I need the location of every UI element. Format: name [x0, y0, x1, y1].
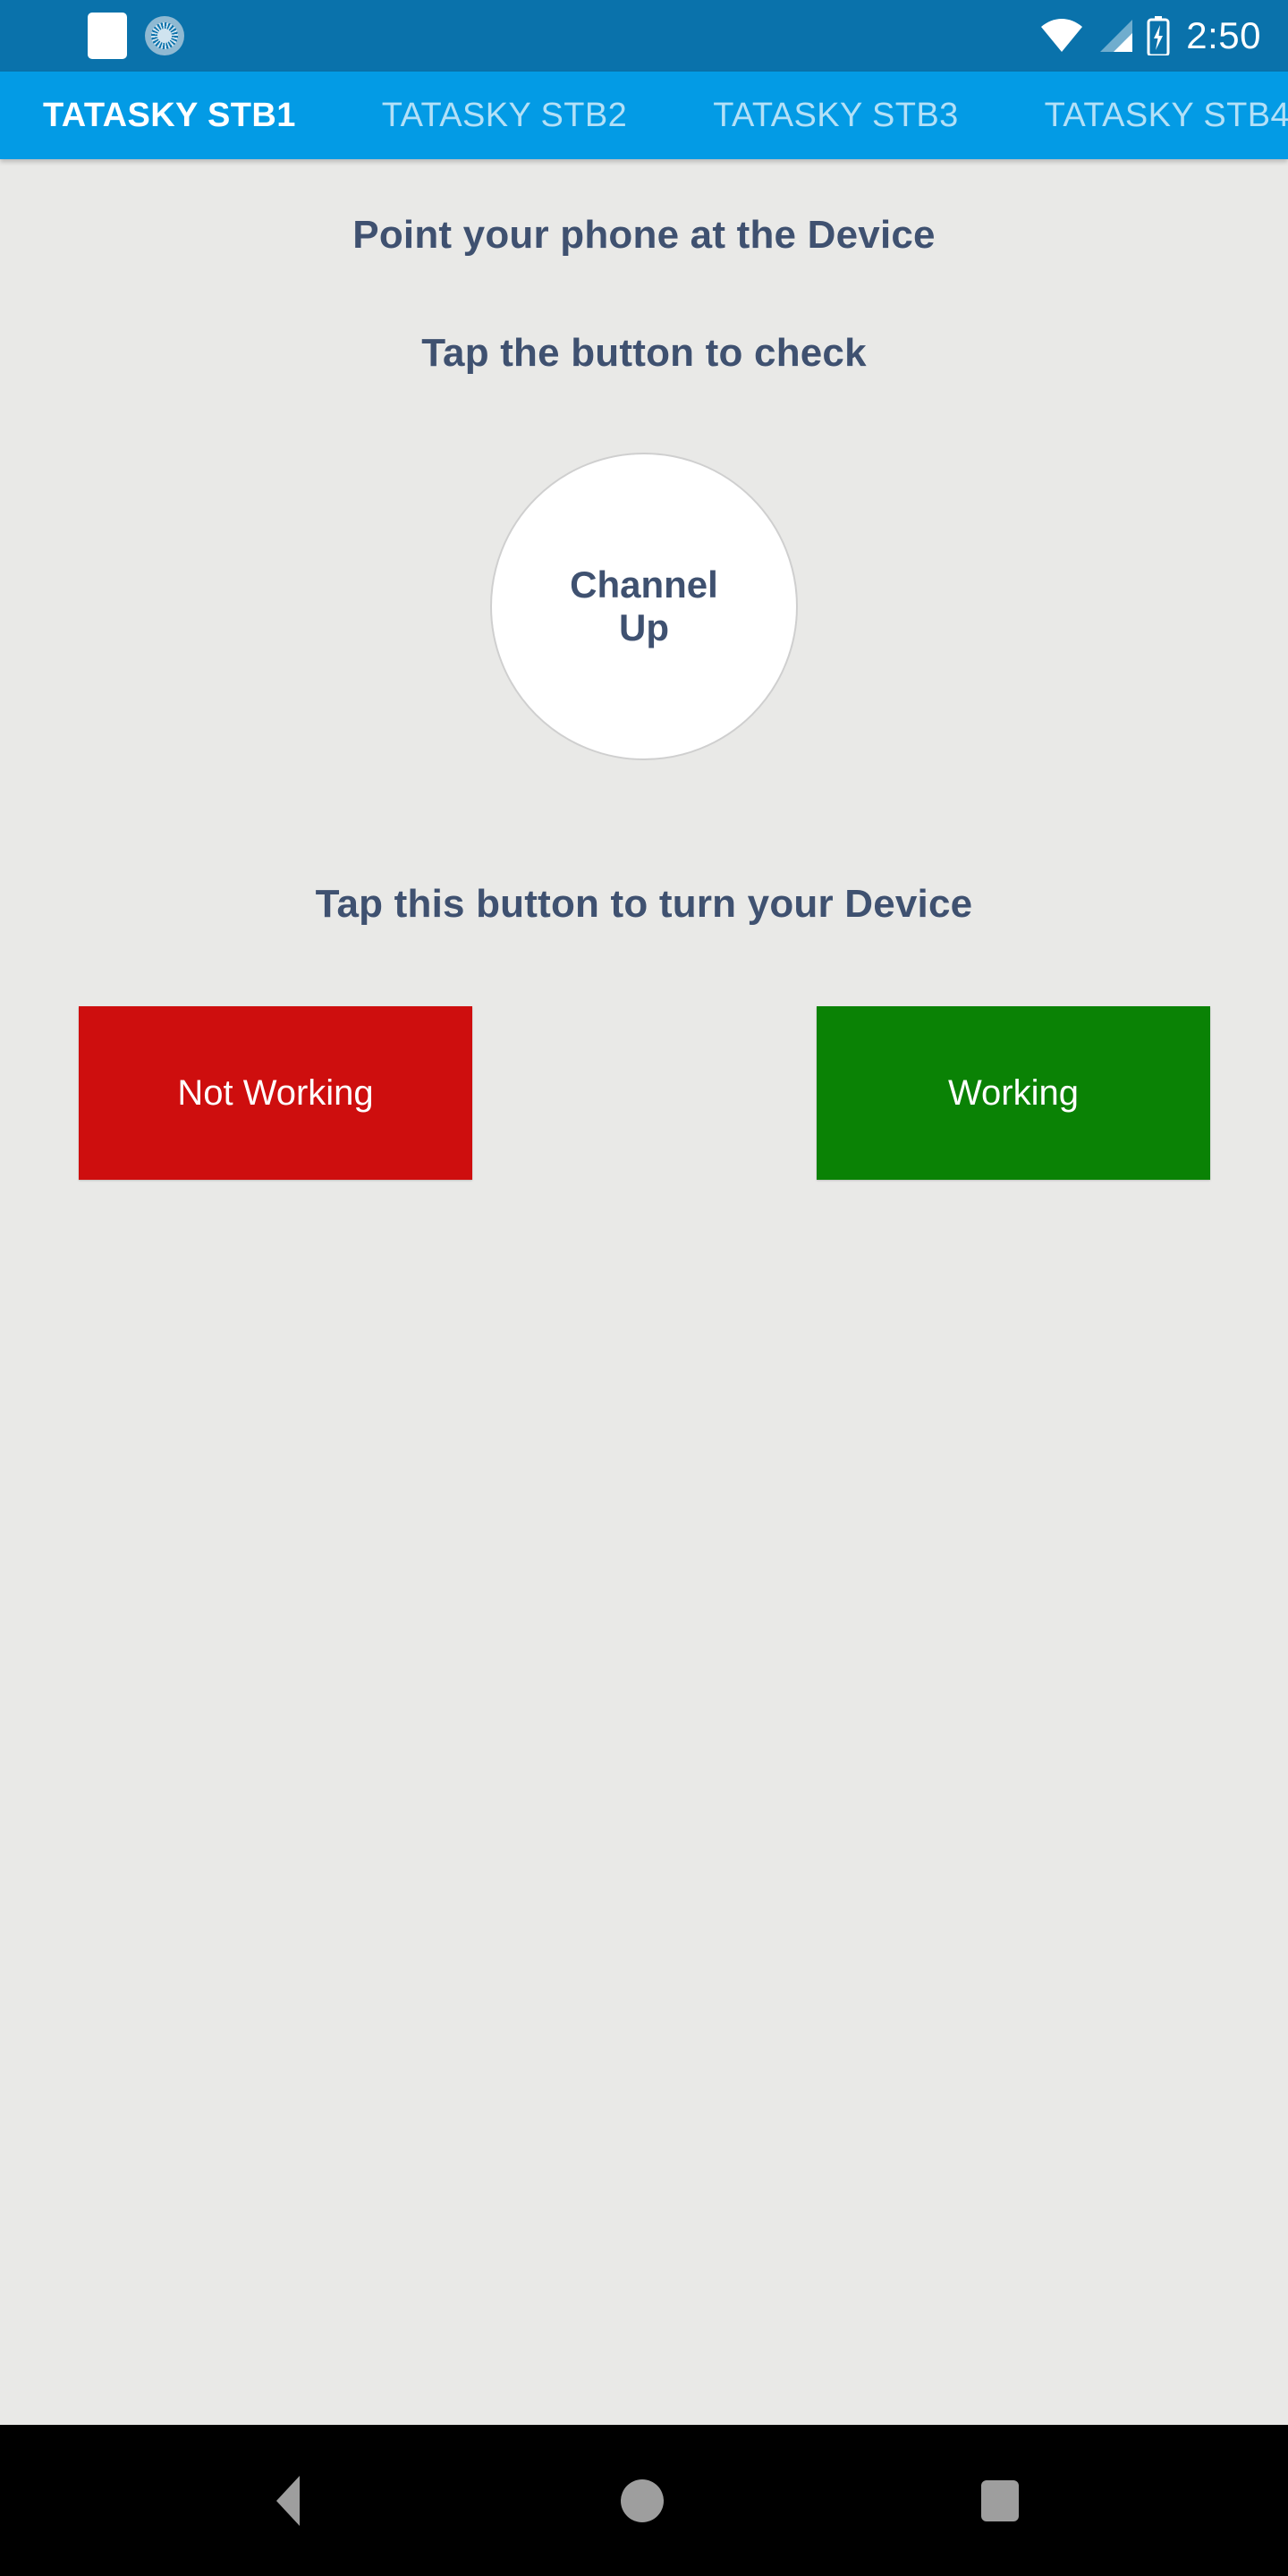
main-content: Point your phone at the Device Tap the b…	[0, 159, 1288, 2425]
android-navigation-bar	[0, 2425, 1288, 2576]
battery-charging-icon	[1147, 16, 1170, 55]
tab-tatasky-stb4[interactable]: TATASKY STB4	[1002, 72, 1288, 159]
status-bar-system-icons: 2:50	[1039, 16, 1261, 55]
recents-square-icon	[981, 2479, 1019, 2521]
sync-circle-icon	[145, 16, 184, 55]
instruction-tap-button: Tap the button to check	[421, 331, 867, 375]
channel-up-label-line2: Up	[619, 606, 669, 648]
tab-bar[interactable]: TATASKY STB1 TATASKY STB2 TATASKY STB3 T…	[0, 72, 1288, 159]
tab-tatasky-stb2[interactable]: TATASKY STB2	[339, 72, 670, 159]
not-working-button[interactable]: Not Working	[79, 1006, 472, 1180]
wifi-full-icon	[1039, 18, 1084, 54]
instruction-point-phone: Point your phone at the Device	[352, 213, 936, 257]
status-bar-clock: 2:50	[1186, 14, 1261, 56]
tab-tatasky-stb3[interactable]: TATASKY STB3	[670, 72, 1001, 159]
circle-button-container: Channel Up	[0, 453, 1288, 760]
phone-screen: 2:50 TATASKY STB1 TATASKY STB2 TATASKY S…	[0, 0, 1288, 2576]
channel-up-button[interactable]: Channel Up	[490, 453, 798, 760]
channel-up-label-line1: Channel	[570, 563, 718, 606]
instruction-turn-device: Tap this button to turn your Device	[315, 882, 973, 926]
notification-square-icon	[88, 13, 127, 59]
home-circle-icon	[621, 2479, 664, 2522]
feedback-button-row: Not Working Working	[0, 1006, 1288, 1180]
back-triangle-icon	[276, 2475, 300, 2526]
status-bar-notifications	[88, 13, 184, 59]
nav-home-button[interactable]	[562, 2425, 723, 2576]
nav-recents-button[interactable]	[919, 2425, 1080, 2576]
status-bar: 2:50	[0, 0, 1288, 72]
working-button[interactable]: Working	[817, 1006, 1210, 1180]
cellular-signal-icon	[1097, 18, 1134, 54]
tab-tatasky-stb1[interactable]: TATASKY STB1	[0, 72, 339, 159]
nav-back-button[interactable]	[208, 2425, 369, 2576]
